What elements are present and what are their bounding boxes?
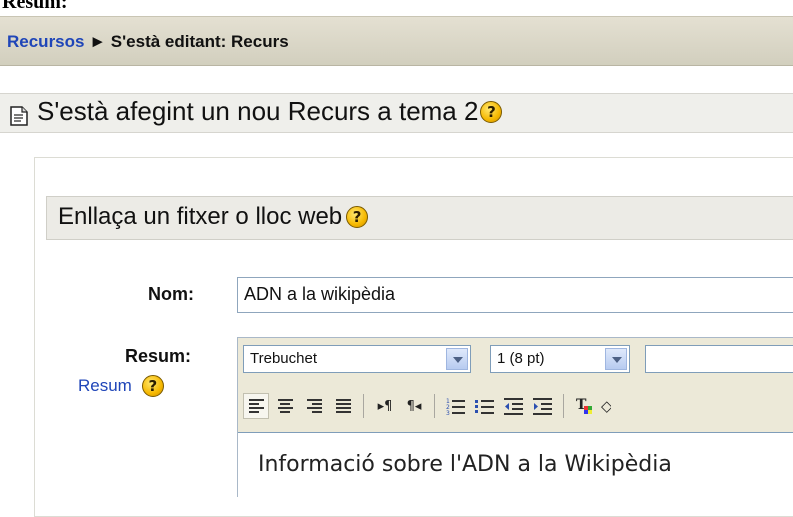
unordered-list-icon — [475, 400, 494, 414]
unordered-list-button[interactable] — [472, 393, 498, 419]
align-justify-icon — [335, 399, 351, 413]
document-icon — [10, 102, 28, 126]
background-color-button[interactable]: ◇ — [601, 393, 611, 419]
summary-help-link[interactable]: Resum — [78, 376, 132, 396]
font-size-select[interactable]: 1 (8 pt) — [490, 345, 630, 373]
toolbar-separator — [563, 394, 564, 418]
ltr-icon: ▸¶ — [377, 398, 393, 414]
font-family-select[interactable]: Trebuchet — [243, 345, 471, 373]
chevron-down-icon[interactable] — [446, 348, 468, 370]
text-color-icon: T — [576, 397, 592, 414]
rtl-button[interactable]: ¶◂ — [401, 393, 427, 419]
summary-label: Resum: — [125, 346, 192, 366]
name-input[interactable]: ADN a la wikipèdia — [237, 277, 793, 313]
align-left-button[interactable] — [243, 393, 269, 419]
page-title-text: S'està afegint un nou Recurs a tema 2 — [37, 96, 479, 126]
ltr-button[interactable]: ▸¶ — [372, 393, 398, 419]
svg-text:3: 3 — [446, 410, 450, 415]
breadcrumb-link-recursos[interactable]: Recursos — [7, 32, 84, 51]
rtl-icon: ¶◂ — [406, 398, 422, 414]
ordered-list-icon: 1 2 3 — [446, 398, 465, 415]
font-family-value: Trebuchet — [250, 350, 317, 367]
text-color-button[interactable]: T — [572, 393, 598, 419]
breadcrumb: Recursos ► S'està editant: Recurs — [7, 32, 289, 52]
format-select[interactable] — [645, 345, 793, 373]
font-size-value: 1 (8 pt) — [497, 350, 545, 367]
indent-icon — [533, 398, 552, 415]
help-icon[interactable]: ? — [480, 100, 503, 123]
align-left-icon — [248, 399, 264, 413]
section-title-text: Enllaça un fitxer o lloc web — [58, 203, 343, 230]
editor-toolbar: ▸¶ ¶◂ 1 2 3 T ◇ — [243, 388, 614, 424]
align-center-icon — [277, 399, 293, 413]
name-label: Nom: — [148, 284, 194, 304]
breadcrumb-current: S'està editant: Recurs — [110, 32, 289, 51]
align-justify-button[interactable] — [330, 393, 356, 419]
summary-label-partial: Resum: — [2, 0, 68, 13]
align-right-icon — [306, 399, 322, 413]
section-title: Enllaça un fitxer o lloc web ? — [58, 203, 369, 231]
summary-help: Resum ? — [78, 375, 164, 397]
page-title: S'està afegint un nou Recurs a tema 2 ? — [10, 96, 503, 127]
indent-button[interactable] — [530, 393, 556, 419]
align-right-button[interactable] — [301, 393, 327, 419]
help-icon[interactable]: ? — [141, 375, 164, 397]
editor-content-text: Informació sobre l'ADN a la Wikipèdia — [258, 452, 672, 477]
paint-bucket-icon: ◇ — [601, 397, 611, 415]
outdent-button[interactable] — [501, 393, 527, 419]
breadcrumb-separator: ► — [89, 32, 107, 51]
toolbar-separator — [363, 394, 364, 418]
ordered-list-button[interactable]: 1 2 3 — [443, 393, 469, 419]
toolbar-separator — [434, 394, 435, 418]
outdent-icon — [504, 398, 523, 415]
align-center-button[interactable] — [272, 393, 298, 419]
chevron-down-icon[interactable] — [605, 348, 627, 370]
help-icon[interactable]: ? — [346, 206, 369, 228]
